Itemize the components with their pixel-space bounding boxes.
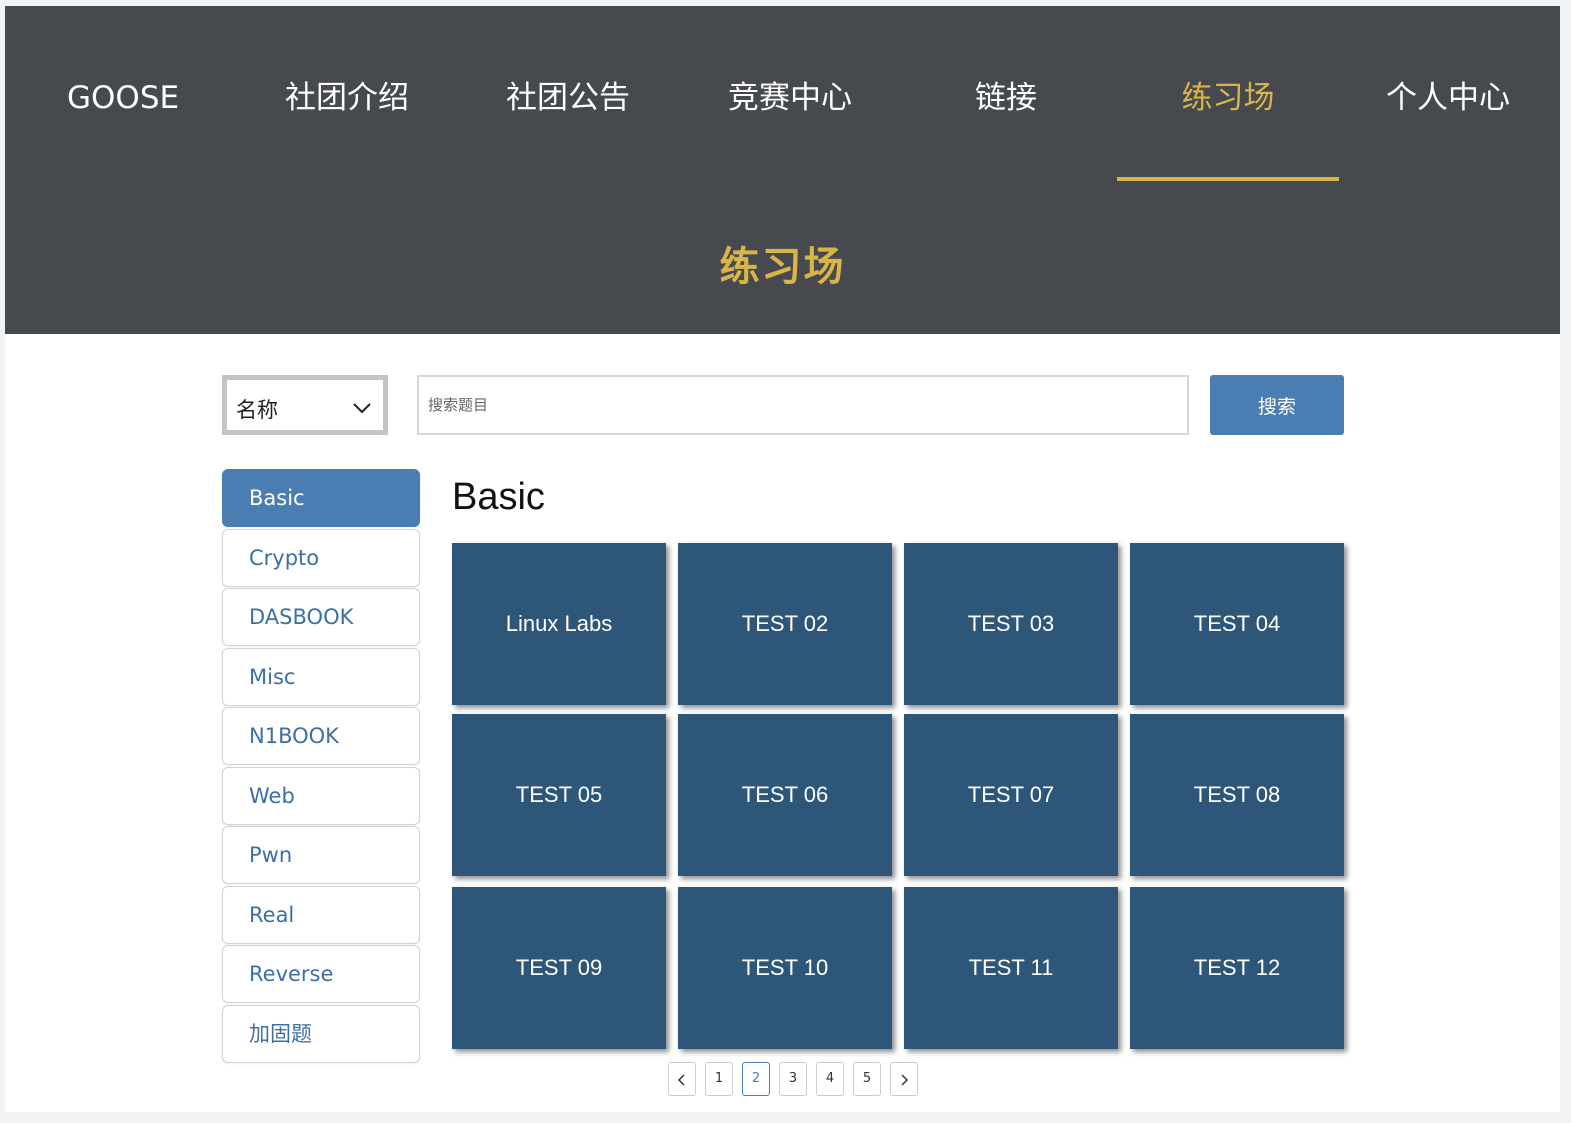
sidebar-item-real[interactable]: Real <box>222 885 420 944</box>
sidebar-item-crypto[interactable]: Crypto <box>222 528 420 587</box>
search-input[interactable] <box>417 375 1189 435</box>
challenge-tile[interactable]: TEST 10 <box>678 887 892 1049</box>
challenge-tile[interactable]: TEST 03 <box>904 543 1118 705</box>
search-type-value: 名称 <box>236 398 278 422</box>
sidebar-item-pwn[interactable]: Pwn <box>222 826 420 884</box>
sidebar-item-web[interactable]: Web <box>222 766 420 825</box>
nav-item-profile[interactable]: 个人中心 <box>1368 78 1528 118</box>
prev-page-button[interactable] <box>668 1062 696 1096</box>
nav-item-club-intro[interactable]: 社团介绍 <box>267 78 427 118</box>
nav-item-club-notice[interactable]: 社团公告 <box>488 78 648 118</box>
challenge-tile[interactable]: TEST 02 <box>678 543 892 705</box>
challenge-tile[interactable]: TEST 11 <box>904 887 1118 1049</box>
sidebar-item-basic[interactable]: Basic <box>222 469 420 527</box>
search-button[interactable]: 搜索 <box>1210 375 1344 435</box>
nav-active-underline <box>1117 177 1339 181</box>
page-button-3[interactable]: 3 <box>779 1062 807 1096</box>
page-title: 练习场 <box>719 244 846 290</box>
header: GOOSE 社团介绍 社团公告 竞赛中心 链接 练习场 个人中心 练习场 <box>5 6 1560 334</box>
challenge-tile[interactable]: TEST 06 <box>678 714 892 876</box>
page-button-2[interactable]: 2 <box>742 1062 770 1096</box>
page-button-4[interactable]: 4 <box>816 1062 844 1096</box>
challenge-tile[interactable]: TEST 12 <box>1130 887 1344 1049</box>
chevron-right-icon <box>901 1074 909 1086</box>
category-sidebar: Basic Crypto DASBOOK Misc N1BOOK Web Pwn… <box>222 469 420 1064</box>
sidebar-item-reverse[interactable]: Reverse <box>222 945 420 1003</box>
sidebar-item-n1book[interactable]: N1BOOK <box>222 707 420 765</box>
challenge-tile[interactable]: TEST 05 <box>452 714 666 876</box>
nav-item-practice[interactable]: 练习场 <box>1148 78 1308 118</box>
page-button-5[interactable]: 5 <box>853 1062 881 1096</box>
next-page-button[interactable] <box>890 1062 918 1096</box>
page-button-1[interactable]: 1 <box>705 1062 733 1096</box>
challenge-tile[interactable]: TEST 07 <box>904 714 1118 876</box>
sidebar-item-misc[interactable]: Misc <box>222 647 420 706</box>
sidebar-item-hardening[interactable]: 加固题 <box>222 1004 420 1063</box>
nav-item-links[interactable]: 链接 <box>946 78 1066 118</box>
sidebar-item-dasbook[interactable]: DASBOOK <box>222 588 420 646</box>
challenge-tile[interactable]: TEST 09 <box>452 887 666 1049</box>
challenge-tile[interactable]: Linux Labs <box>452 543 666 705</box>
chevron-down-icon <box>353 403 371 414</box>
page: GOOSE 社团介绍 社团公告 竞赛中心 链接 练习场 个人中心 练习场 名称 … <box>5 6 1560 1112</box>
challenge-tile[interactable]: TEST 04 <box>1130 543 1344 705</box>
nav-brand[interactable]: GOOSE <box>67 78 179 118</box>
search-type-select[interactable]: 名称 <box>222 375 388 435</box>
chevron-left-icon <box>677 1074 685 1086</box>
nav-item-competition[interactable]: 竞赛中心 <box>710 78 870 118</box>
challenge-tile[interactable]: TEST 08 <box>1130 714 1344 876</box>
section-title: Basic <box>452 476 545 518</box>
